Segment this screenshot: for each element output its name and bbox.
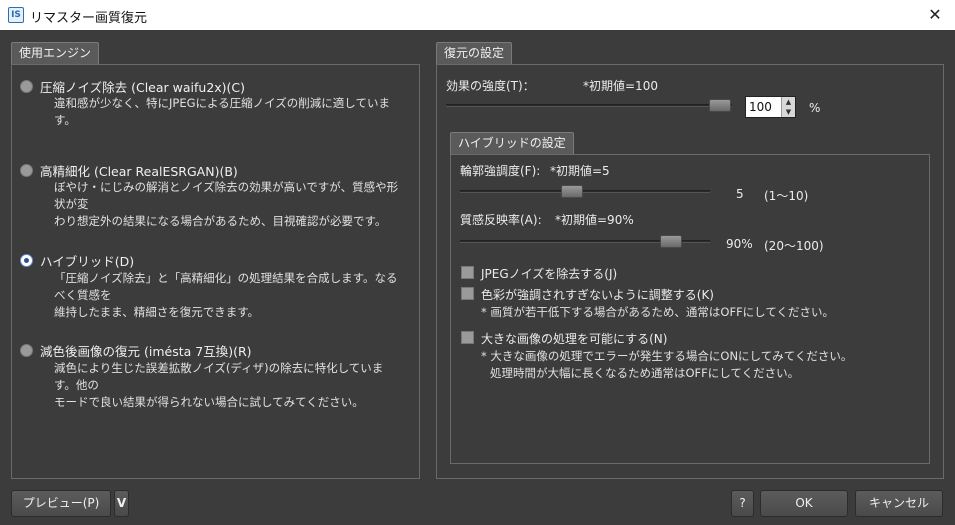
strength-unit: % — [809, 101, 821, 115]
jpeg-noise-label[interactable]: JPEGノイズを除去する(J) — [481, 265, 617, 282]
desc-line: 減色により生じた誤差拡散ノイズ(ディザ)の除去に特化しています。他の — [54, 361, 384, 392]
desc-line: 違和感が少なく、特にJPEGによる圧縮ノイズの削減に適しています。 — [54, 96, 390, 127]
engine-option-label: 圧縮ノイズ除去 (Clear waifu2x)(C) — [40, 80, 246, 95]
engine-option-desc: 違和感が少なく、特にJPEGによる圧縮ノイズの削減に適しています。 — [54, 95, 404, 129]
preview-dropdown-button[interactable]: V — [114, 490, 129, 517]
engine-option-realesrgan[interactable]: 高精細化 (Clear RealESRGAN)(B) — [20, 161, 238, 180]
desc-line: モードで良い結果が得られない場合に試してみてください。 — [54, 395, 364, 409]
color-adjust-note: * 画質が若干低下する場合があるため、通常はOFFにしてください。 — [481, 305, 834, 319]
engine-group-label: 使用エンジン — [11, 42, 100, 64]
strength-value[interactable]: 100 — [749, 100, 772, 114]
engine-option-label: 減色後画像の復元 (iméstа 7互換)(R) — [40, 344, 252, 359]
texture-label: 質感反映率(A): — [460, 213, 542, 227]
color-adjust-checkbox[interactable] — [461, 287, 474, 300]
ok-button[interactable]: OK — [760, 490, 848, 517]
texture-value: 90% — [726, 237, 753, 251]
engine-option-label: 高精細化 (Clear RealESRGAN)(B) — [40, 164, 238, 179]
close-button[interactable]: ✕ — [915, 0, 955, 30]
radio-hybrid[interactable] — [20, 254, 33, 267]
edge-value: 5 — [736, 187, 744, 201]
spin-down-icon[interactable]: ▼ — [781, 107, 795, 117]
large-image-label[interactable]: 大きな画像の処理を可能にする(N) — [481, 330, 667, 347]
engine-option-desc: 減色により生じた誤差拡散ノイズ(ディザ)の除去に特化しています。他の モードで良… — [54, 360, 404, 411]
radio-waifu2x[interactable] — [20, 80, 33, 93]
desc-line: わり想定外の結果になる場合があるため、目視確認が必要です。 — [54, 214, 387, 228]
engine-option-desc: 「圧縮ノイズ除去」と「高精細化」の処理結果を合成します。なるべく質感を 維持した… — [54, 270, 404, 321]
edge-range: (1〜10) — [764, 189, 809, 203]
large-image-note-2: 処理時間が大幅に長くなるため通常はOFFにしてください。 — [490, 366, 800, 380]
edge-label: 輪郭強調度(F): — [460, 164, 541, 178]
large-image-checkbox[interactable] — [461, 331, 474, 344]
edge-slider-track[interactable] — [460, 190, 710, 193]
strength-default-note: *初期値=100 — [583, 79, 658, 93]
jpeg-noise-checkbox[interactable] — [461, 266, 474, 279]
desc-line: ぼやけ・にじみの解消とノイズ除去の効果が高いですが、質感や形状が変 — [54, 180, 399, 211]
spin-up-icon[interactable]: ▲ — [781, 97, 795, 107]
strength-slider-thumb[interactable] — [709, 99, 731, 112]
color-adjust-label[interactable]: 色彩が強調されすぎないように調整する(K) — [481, 286, 714, 303]
engine-option-label: ハイブリッド(D) — [40, 254, 135, 269]
texture-slider-thumb[interactable] — [660, 235, 682, 248]
app-icon: IS — [8, 7, 24, 23]
radio-realesrgan[interactable] — [20, 164, 33, 177]
preview-button[interactable]: プレビュー(P) — [11, 490, 111, 517]
texture-default-note: *初期値=90% — [555, 213, 634, 227]
desc-line: 維持したまま、精細さを復元できます。 — [54, 305, 260, 319]
desc-line: 「圧縮ノイズ除去」と「高精細化」の処理結果を合成します。なるべく質感を — [54, 271, 398, 302]
strength-spinbox[interactable]: 100 ▲ ▼ — [745, 96, 796, 118]
engine-option-hybrid[interactable]: ハイブリッド(D) — [20, 251, 134, 270]
radio-imesta[interactable] — [20, 344, 33, 357]
hybrid-group-label: ハイブリッドの設定 — [450, 132, 574, 154]
texture-range: (20〜100) — [764, 239, 824, 253]
engine-option-waifu2x[interactable]: 圧縮ノイズ除去 (Clear waifu2x)(C) — [20, 77, 245, 96]
engine-option-imesta[interactable]: 減色後画像の復元 (iméstа 7互換)(R) — [20, 341, 252, 360]
strength-label: 効果の強度(T)： — [446, 79, 535, 93]
title-bar: IS リマスター画質復元 ✕ — [0, 0, 955, 30]
cancel-button[interactable]: キャンセル — [855, 490, 943, 517]
strength-slider-track[interactable] — [446, 104, 732, 107]
large-image-note-1: * 大きな画像の処理でエラーが発生する場合にONにしてみてください。 — [481, 349, 853, 363]
engine-option-desc: ぼやけ・にじみの解消とノイズ除去の効果が高いですが、質感や形状が変 わり想定外の… — [54, 179, 404, 230]
help-button[interactable]: ? — [731, 490, 754, 517]
restore-group-label: 復元の設定 — [436, 42, 513, 64]
edge-slider-thumb[interactable] — [561, 185, 583, 198]
window-title: リマスター画質復元 — [30, 11, 148, 26]
edge-default-note: *初期値=5 — [550, 164, 610, 178]
